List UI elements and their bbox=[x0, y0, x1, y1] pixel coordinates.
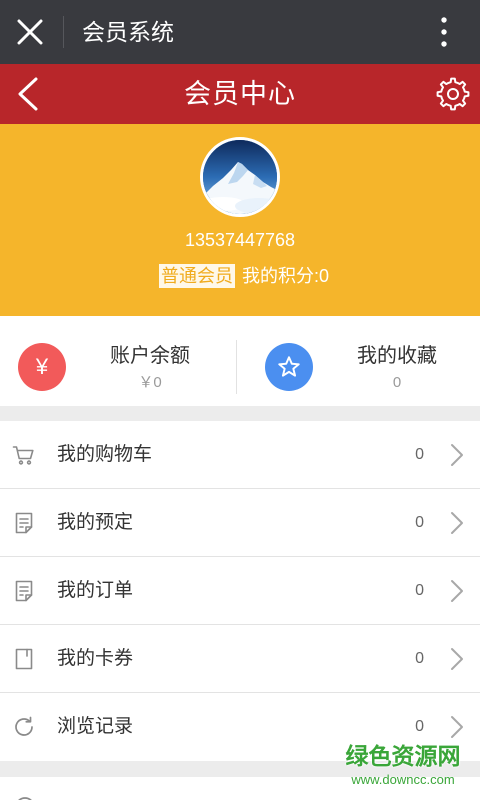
menu-item-label: 我的预定 bbox=[57, 512, 134, 533]
menu-item-label: 我的订单 bbox=[57, 580, 134, 601]
menu-item-coupons[interactable]: 我的卡券 0 bbox=[0, 625, 480, 693]
chevron-right-icon bbox=[449, 578, 465, 604]
account-balance-label: 账户余额 bbox=[110, 345, 190, 367]
top-bar-title: 会员系统 bbox=[82, 19, 174, 45]
document-icon bbox=[12, 511, 36, 535]
account-summary: ¥ 账户余额 ￥0 我的收藏 0 bbox=[0, 316, 480, 406]
chevron-left-icon[interactable] bbox=[14, 76, 42, 112]
menu-item-label: 我的卡券 bbox=[57, 648, 134, 669]
cart-icon bbox=[12, 443, 36, 467]
account-balance-value: ￥0 bbox=[138, 374, 162, 391]
phone-number: 13537447768 bbox=[184, 230, 296, 250]
chevron-right-icon bbox=[449, 442, 465, 468]
favorites-value: 0 bbox=[392, 374, 402, 391]
favorites-item[interactable]: 我的收藏 0 bbox=[237, 316, 480, 406]
menu-item-count: 0 bbox=[415, 582, 424, 599]
yen-icon: ¥ bbox=[18, 343, 66, 391]
menu-item-count: 0 bbox=[415, 650, 424, 667]
watermark: 绿色资源网 www.downcc.com bbox=[342, 742, 464, 790]
member-level-badge: 普通会员 bbox=[158, 264, 235, 288]
member-info-row: 普通会员 我的积分:0 bbox=[0, 263, 480, 289]
page-title: 会员中心 bbox=[184, 79, 296, 109]
star-icon bbox=[265, 343, 313, 391]
document-icon bbox=[12, 579, 36, 603]
page-header: 会员中心 bbox=[0, 64, 480, 124]
top-bar: 会员系统 bbox=[0, 0, 480, 64]
avatar[interactable] bbox=[200, 137, 280, 217]
watermark-site: www.downcc.com bbox=[351, 772, 455, 787]
chevron-right-icon bbox=[449, 646, 465, 672]
menu-item-orders[interactable]: 我的订单 0 bbox=[0, 557, 480, 625]
top-bar-divider bbox=[63, 16, 64, 48]
menu-item-label: 浏览记录 bbox=[57, 716, 134, 737]
menu-item-count: 0 bbox=[415, 718, 424, 735]
account-balance-item[interactable]: ¥ 账户余额 ￥0 bbox=[0, 316, 236, 406]
favorites-label: 我的收藏 bbox=[357, 345, 437, 367]
circle-icon bbox=[13, 791, 37, 800]
menu-item-cart[interactable]: 我的购物车 0 bbox=[0, 421, 480, 489]
menu-item-count: 0 bbox=[415, 446, 424, 463]
chevron-right-icon bbox=[449, 510, 465, 536]
card-icon bbox=[12, 647, 36, 671]
refresh-icon bbox=[12, 715, 36, 739]
member-center-screen: 会员系统 会员中心 13537447768 普通会员 我的积分:0 ¥ 账户余额… bbox=[0, 0, 480, 800]
close-icon[interactable] bbox=[17, 19, 43, 45]
yen-glyph: ¥ bbox=[35, 354, 49, 379]
menu-item-count: 0 bbox=[415, 514, 424, 531]
gear-icon[interactable] bbox=[435, 76, 471, 112]
points-text: 我的积分:0 bbox=[241, 266, 329, 286]
section-separator bbox=[0, 406, 480, 421]
more-vertical-icon[interactable] bbox=[438, 14, 450, 50]
menu-item-reservations[interactable]: 我的预定 0 bbox=[0, 489, 480, 557]
watermark-name: 绿色资源网 bbox=[345, 743, 461, 769]
menu-item-label: 我的购物车 bbox=[57, 444, 153, 465]
profile-section: 13537447768 普通会员 我的积分:0 bbox=[0, 124, 480, 316]
chevron-right-icon bbox=[449, 714, 465, 740]
